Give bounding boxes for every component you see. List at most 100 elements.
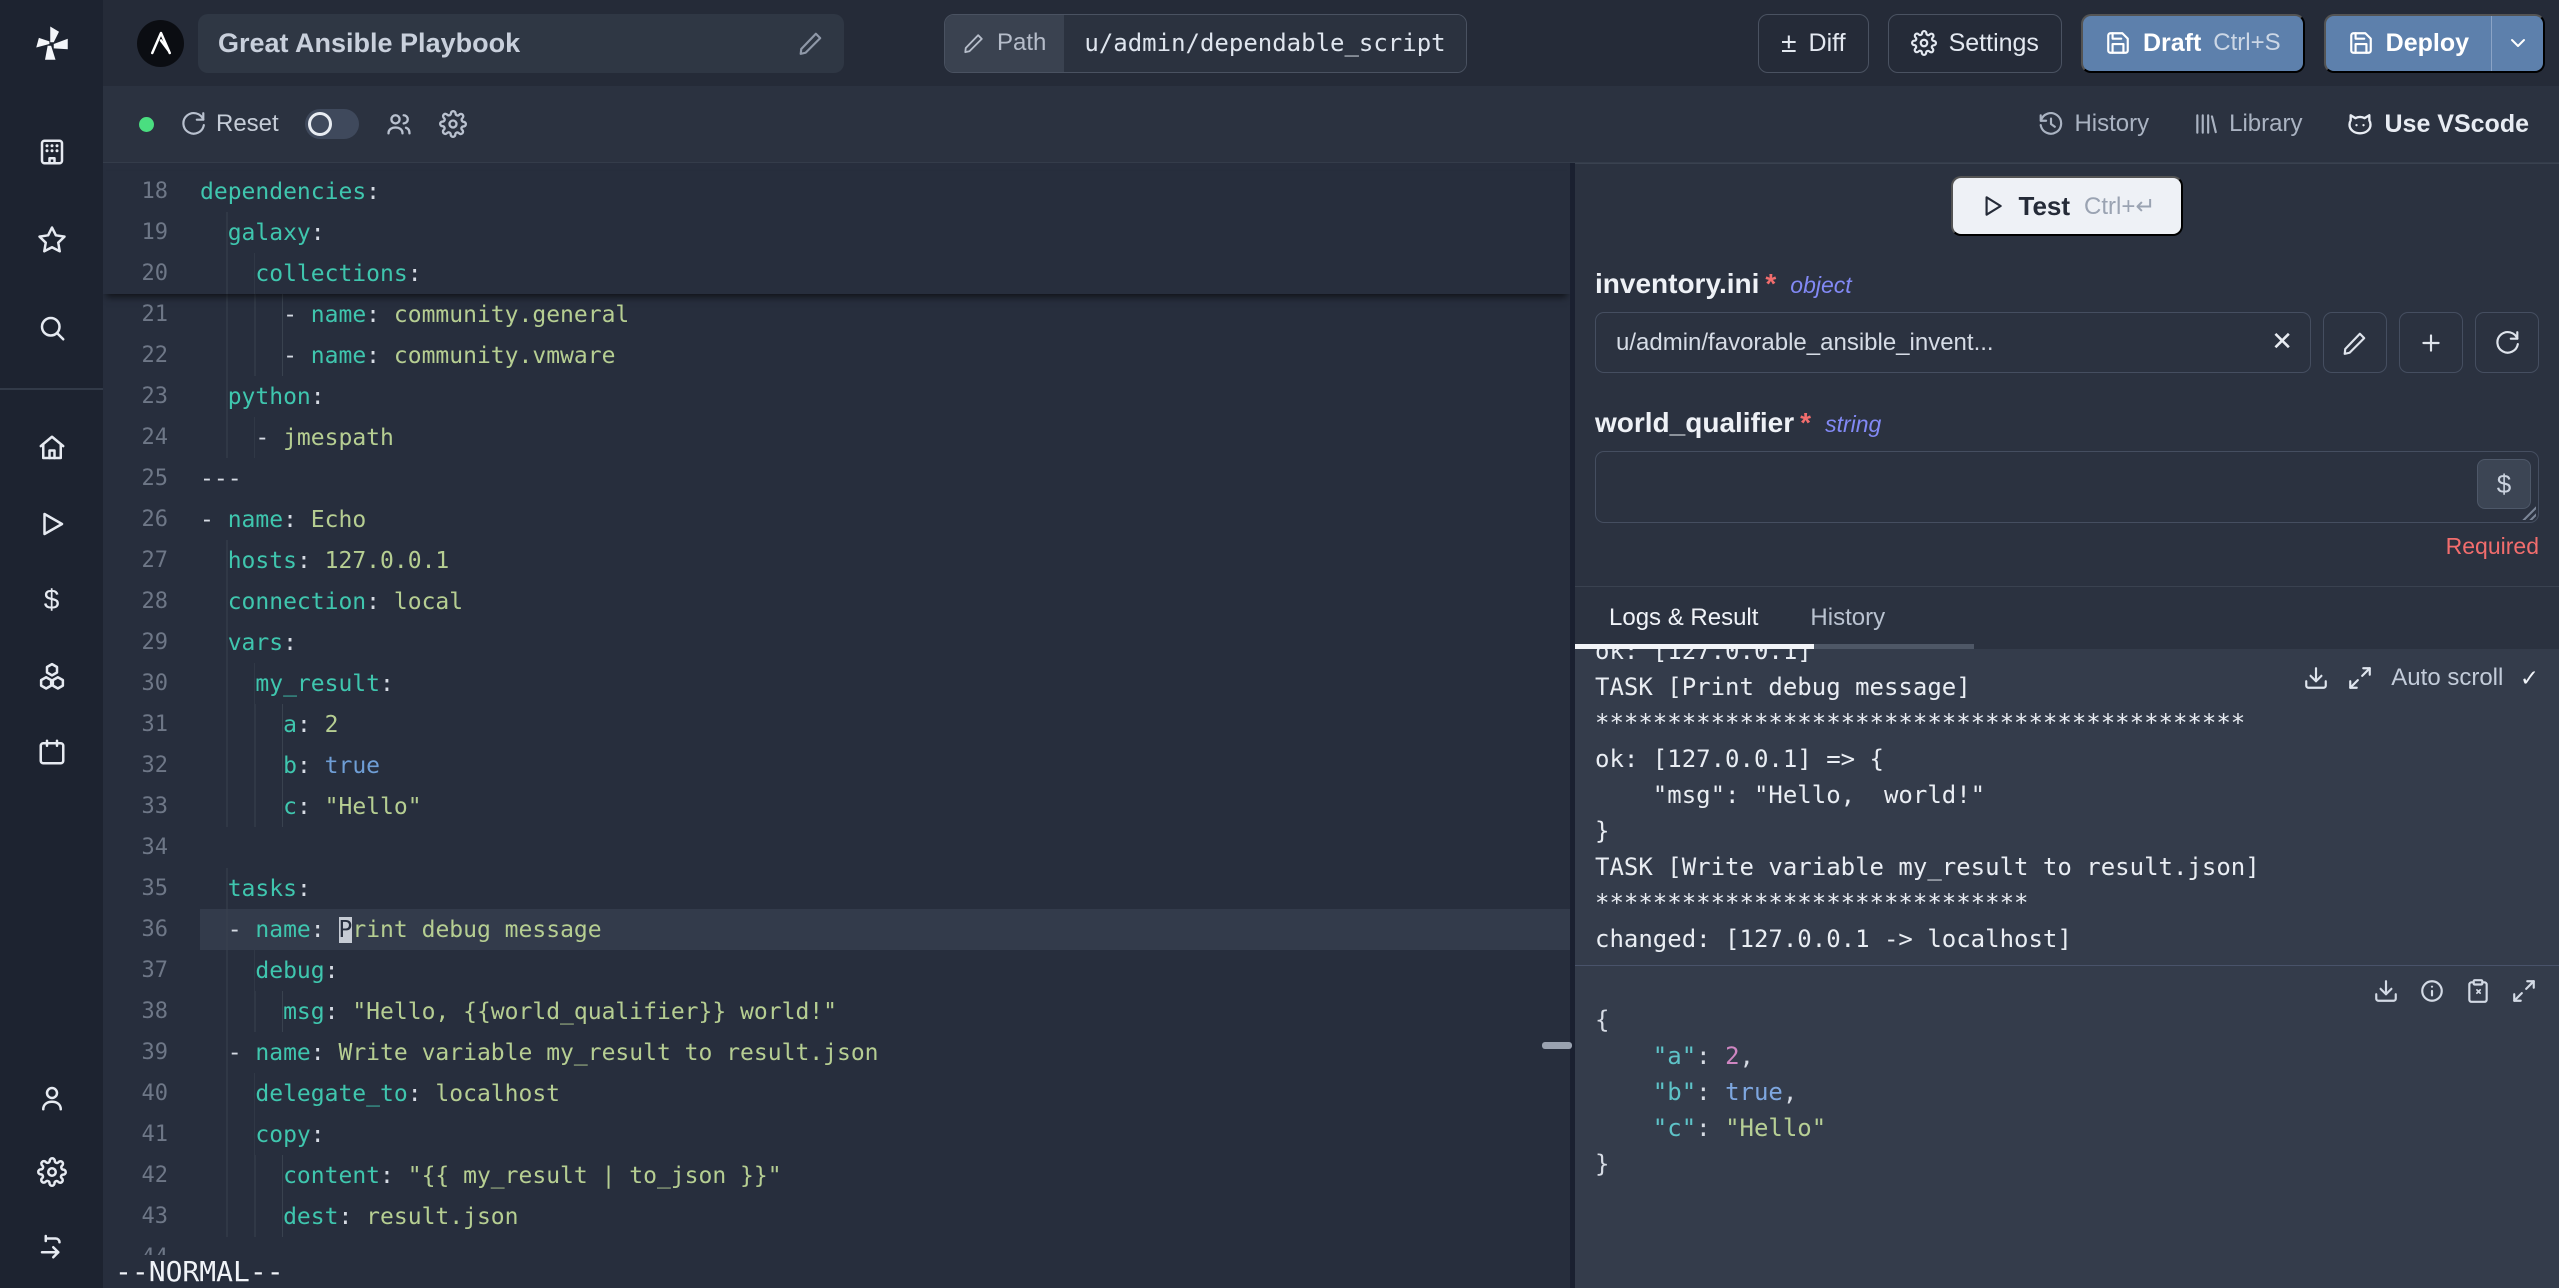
code-line[interactable]: 19 galaxy:: [103, 212, 1570, 253]
diff-label: Diff: [1808, 28, 1846, 57]
code-line[interactable]: 30 my_result:: [103, 663, 1570, 704]
plus-minus-icon: ±: [1781, 27, 1797, 58]
deploy-button[interactable]: Deploy: [2323, 13, 2545, 73]
history-label: History: [2074, 110, 2150, 137]
line-number: 39: [141, 1040, 169, 1065]
log-line: }: [1595, 817, 1610, 845]
code-line[interactable]: 25 ---: [103, 458, 1570, 499]
windmill-logo[interactable]: [31, 0, 73, 88]
code-line[interactable]: 27 hosts: 127.0.0.1: [103, 540, 1570, 581]
code-line[interactable]: 28 connection: local: [103, 581, 1570, 622]
close-icon[interactable]: ✕: [2271, 326, 2293, 357]
play-icon: [1985, 196, 2002, 216]
info-icon[interactable]: [2419, 978, 2445, 1004]
code-line[interactable]: 37 debug:: [103, 950, 1570, 991]
reset-label: Reset: [216, 110, 279, 137]
refresh-resource-button[interactable]: [2475, 312, 2539, 373]
star-icon[interactable]: [36, 224, 68, 256]
required-star: *: [1765, 268, 1777, 299]
line-number: 24: [141, 425, 169, 450]
home-icon[interactable]: [36, 432, 68, 464]
check-icon[interactable]: ✓: [2521, 663, 2537, 693]
gear-icon[interactable]: [438, 110, 467, 138]
exit-arrow-icon[interactable]: [36, 1230, 68, 1262]
gear-icon[interactable]: [36, 1156, 68, 1188]
draft-button[interactable]: Draft Ctrl+S: [2080, 13, 2305, 73]
use-vscode-button[interactable]: Use VScode: [2346, 110, 2529, 139]
code-line[interactable]: 29 vars:: [103, 622, 1570, 663]
code-line[interactable]: 44: [103, 1237, 1570, 1278]
code-line[interactable]: 41 copy:: [103, 1114, 1570, 1155]
line-number: 22: [141, 343, 169, 368]
code-line[interactable]: 42 content: "{{ my_result | to_json }}": [103, 1155, 1570, 1196]
refresh-icon: [2496, 330, 2519, 354]
edit-resource-button[interactable]: [2323, 312, 2387, 373]
chevron-down-icon: [2510, 39, 2525, 47]
code-line[interactable]: 35 tasks:: [103, 868, 1570, 909]
resize-handle-icon[interactable]: [1542, 1042, 1572, 1049]
code-line[interactable]: 38 msg: "Hello, {{world_qualifier}} world…: [103, 991, 1570, 1032]
download-icon[interactable]: [2303, 665, 2329, 691]
download-icon[interactable]: [2373, 978, 2399, 1004]
result-pane[interactable]: { "a": 2, "b": true, "c": "Hello"}: [1575, 965, 2559, 1288]
log-line: TASK [Write variable my_result to result…: [1595, 853, 2260, 881]
tab-history[interactable]: History: [1810, 604, 1885, 632]
search-icon[interactable]: [36, 312, 68, 344]
building-icon[interactable]: [36, 136, 68, 168]
pencil-icon[interactable]: [798, 30, 824, 56]
script-title-box[interactable]: Great Ansible Playbook: [198, 13, 844, 73]
code-line[interactable]: 22- name: community.vmware: [103, 335, 1570, 376]
code-line[interactable]: 18 dependencies:: [103, 171, 1570, 212]
test-button[interactable]: Test Ctrl+↵: [1950, 176, 2184, 236]
deploy-dropdown[interactable]: [2491, 15, 2543, 71]
line-number: 38: [141, 999, 169, 1024]
line-number: 40: [141, 1081, 169, 1106]
result-line: "b": true,: [1652, 1078, 1798, 1106]
line-number: 19: [141, 220, 169, 245]
diff-toggle[interactable]: [304, 109, 359, 139]
code-line[interactable]: 33 c: "Hello": [103, 786, 1570, 827]
path-badge[interactable]: Path u/admin/dependable_script: [944, 13, 1467, 73]
code-line[interactable]: 21- name: community.general: [103, 294, 1570, 335]
code-line[interactable]: 32 b: true: [103, 745, 1570, 786]
tab-logs-result[interactable]: Logs & Result: [1609, 604, 1758, 632]
pencil-icon: [2343, 332, 2366, 355]
code-line[interactable]: 24- jmespath: [103, 417, 1570, 458]
result-line: {: [1595, 1006, 1610, 1034]
expand-icon[interactable]: [2347, 665, 2373, 691]
autoscroll-label[interactable]: Auto scroll: [2391, 664, 2503, 692]
code-line[interactable]: 43 dest: result.json: [103, 1196, 1570, 1237]
path-value: u/admin/dependable_script: [1064, 14, 1466, 72]
world-qualifier-input[interactable]: [1595, 451, 2539, 523]
code-line[interactable]: 39- name: Write variable my_result to re…: [103, 1032, 1570, 1073]
code-line[interactable]: 40 delegate_to: localhost: [103, 1073, 1570, 1114]
code-editor[interactable]: 18 dependencies:19 galaxy:20 collections: 2…: [103, 163, 1570, 1288]
code-line[interactable]: 20 collections:: [103, 253, 1570, 294]
add-resource-button[interactable]: [2399, 312, 2463, 373]
code-line[interactable]: 36- name: Print debug message: [103, 909, 1570, 950]
boxes-icon[interactable]: [36, 660, 68, 692]
dollar-icon[interactable]: $: [36, 584, 68, 616]
play-icon[interactable]: [36, 508, 68, 540]
gear-icon: [1910, 30, 1937, 56]
reset-button[interactable]: Reset: [180, 110, 279, 138]
clipboard-icon[interactable]: [2465, 978, 2491, 1004]
line-number: 32: [141, 753, 169, 778]
person-icon[interactable]: [36, 1082, 68, 1114]
users-icon[interactable]: [385, 110, 413, 138]
log-pane[interactable]: ok: [127.0.0.1] TASK [Print debug message…: [1575, 649, 2559, 965]
expand-icon[interactable]: [2511, 978, 2537, 1004]
calendar-icon[interactable]: [36, 736, 68, 768]
library-button[interactable]: Library: [2193, 110, 2302, 138]
inventory-resource-input[interactable]: [1595, 312, 2311, 373]
code-line[interactable]: 34: [103, 827, 1570, 868]
field-name: world_qualifier: [1595, 407, 1795, 438]
settings-button[interactable]: Settings: [1887, 13, 2062, 73]
code-line[interactable]: 26- name: Echo: [103, 499, 1570, 540]
sidebar-divider: [0, 388, 103, 390]
code-line[interactable]: 31 a: 2: [103, 704, 1570, 745]
code-line[interactable]: 23 python:: [103, 376, 1570, 417]
diff-button[interactable]: ± Diff: [1758, 13, 1869, 73]
history-button[interactable]: History: [2038, 110, 2149, 138]
insert-variable-button[interactable]: $: [2477, 459, 2531, 509]
